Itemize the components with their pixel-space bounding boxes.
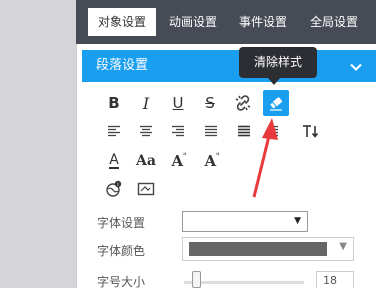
font-color-select[interactable]: ▼ xyxy=(182,237,354,261)
font-size-input[interactable]: 18 xyxy=(316,271,354,288)
font-size-label-text: 字号大小 xyxy=(97,275,146,288)
font-size-slider-track[interactable] xyxy=(184,281,304,284)
dropdown-arrow-icon: ▼ xyxy=(294,216,301,226)
font-color-label-text: 字体颜色 xyxy=(97,244,146,258)
dropdown-arrow-icon: ▼ xyxy=(339,241,347,252)
color-swatch xyxy=(189,242,327,256)
font-setting-label: 字体设置 xyxy=(97,216,146,230)
font-family-select[interactable]: ▼ xyxy=(182,211,308,232)
font-size-slider-handle[interactable] xyxy=(192,271,201,288)
